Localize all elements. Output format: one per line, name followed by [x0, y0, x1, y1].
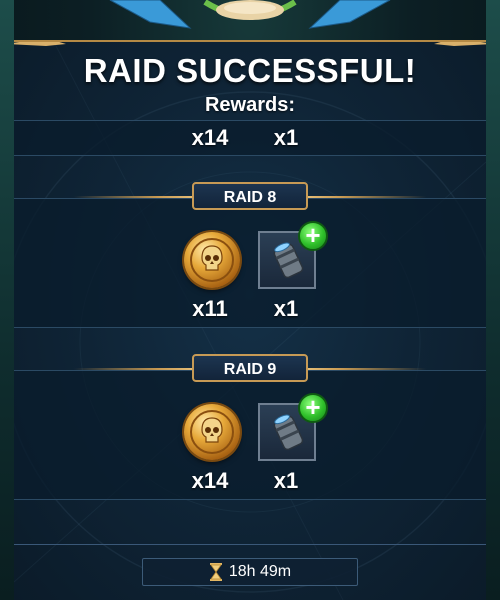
side-background-right: [486, 0, 500, 600]
skull-coin-icon: [184, 404, 240, 460]
divider: [14, 544, 486, 545]
raid-section: [14, 198, 486, 328]
corner-ornament-left: [14, 42, 66, 46]
page-title: RAID SUCCESSFUL!: [83, 52, 417, 89]
summary-coin-quantity: x14: [191, 125, 229, 150]
crest-emblem: [109, 0, 391, 29]
rewards-label: Rewards:: [204, 94, 296, 116]
skull-coin-icon: [184, 232, 240, 288]
timer-value: 18h 49m: [228, 563, 292, 580]
header-divider-left: [74, 196, 194, 198]
hourglass-icon: [209, 563, 222, 581]
summary-gem-quantity: x1: [273, 125, 299, 150]
rewards-panel: RAID SUCCESSFUL! Rewards: x14 x1 RAID 8: [14, 40, 486, 600]
raid-section: [14, 370, 486, 500]
raid-header: RAID 8: [14, 182, 486, 212]
add-button[interactable]: +: [298, 393, 328, 423]
reward-quantity: x14: [191, 468, 229, 493]
raid-result-screen: RAID SUCCESSFUL! Rewards: x14 x1 RAID 8: [0, 0, 500, 600]
header-divider-left: [74, 368, 194, 370]
reward-quantity: x11: [192, 296, 228, 321]
corner-ornament-right: [434, 42, 486, 46]
add-button[interactable]: +: [298, 221, 328, 251]
reward-quantity: x1: [273, 468, 299, 493]
raid-label: RAID 8: [192, 182, 308, 210]
summary-band: x14 x1: [14, 120, 486, 156]
side-background-left: [0, 0, 14, 600]
header-divider-right: [306, 196, 426, 198]
header-divider-right: [306, 368, 426, 370]
raid-header: RAID 9: [14, 354, 486, 384]
raid-label: RAID 9: [192, 354, 308, 382]
reward-quantity: x1: [273, 296, 299, 321]
cooldown-timer: 18h 49m: [142, 558, 358, 586]
